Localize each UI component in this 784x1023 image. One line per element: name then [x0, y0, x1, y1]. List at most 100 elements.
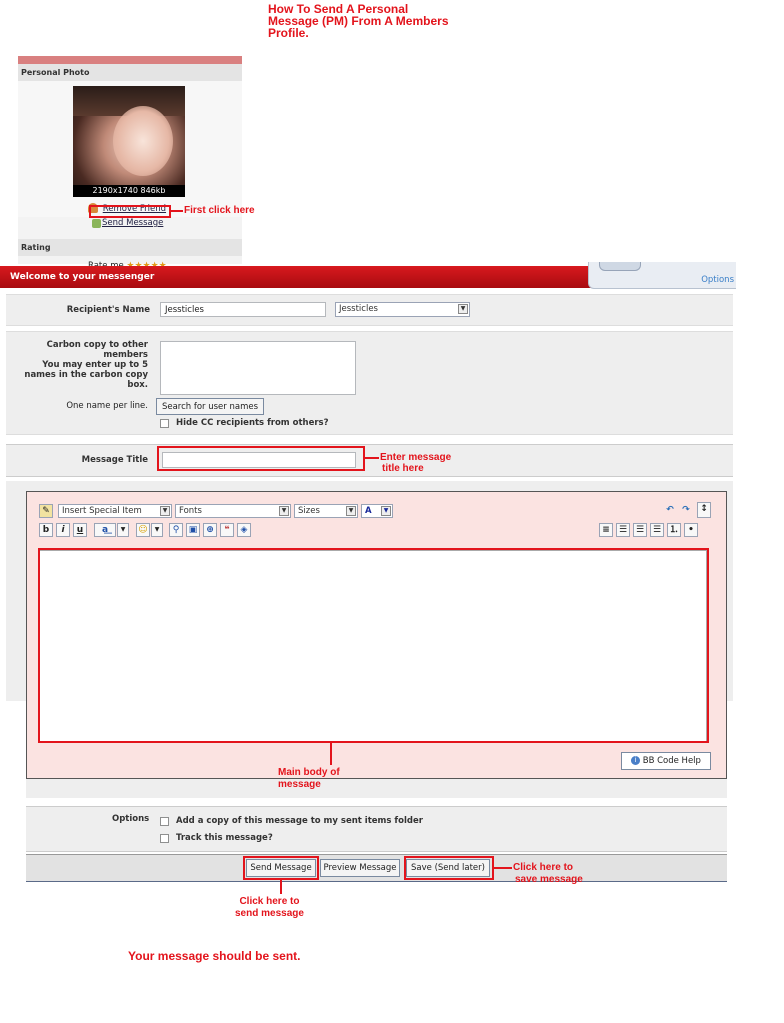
- profile-panel: Personal Photo 2190x1740 846kb Remove Fr…: [18, 56, 242, 271]
- cc-label-line: Carbon copy to other: [46, 340, 148, 350]
- track-label: Track this message?: [176, 833, 273, 843]
- send-message-link[interactable]: Send Message: [102, 218, 163, 228]
- bold-button[interactable]: b: [39, 523, 53, 537]
- attach-icon[interactable]: ⊕: [203, 523, 217, 537]
- code-icon[interactable]: ◈: [237, 523, 251, 537]
- info-icon: i: [631, 756, 641, 765]
- options-section: Options Add a copy of this message to my…: [26, 806, 727, 852]
- enter-title-annotation: Enter message title here: [380, 452, 451, 474]
- click-save-annotation: Click here to save message: [513, 862, 583, 886]
- cc-section: Carbon copy to other members You may ent…: [6, 331, 733, 435]
- chevron-down-icon: ▼: [346, 506, 356, 516]
- send-message-icon: [92, 219, 101, 228]
- first-click-annotation: First click here: [184, 205, 255, 216]
- chevron-down-icon: ▼: [458, 304, 468, 314]
- link-icon[interactable]: ⚲: [169, 523, 183, 537]
- actions-bar: Send Message Preview Message Save (Send …: [26, 854, 727, 882]
- cc-label-line: box.: [127, 380, 148, 390]
- cc-textarea[interactable]: [160, 341, 356, 395]
- underline-button[interactable]: u: [73, 523, 87, 537]
- track-checkbox[interactable]: [160, 834, 169, 843]
- main-body-line: message: [278, 779, 321, 790]
- align-left-icon[interactable]: ☰: [616, 523, 630, 537]
- main-body-line: Main body of: [278, 767, 340, 778]
- highlight-send-button: [243, 856, 319, 880]
- tutorial-title: How To Send A Personal Message (PM) From…: [268, 3, 449, 39]
- font-color-glyph: A: [365, 506, 372, 516]
- cc-label: Carbon copy to other members You may ent…: [6, 340, 148, 390]
- highlight-save-button: [404, 856, 494, 880]
- enter-title-line: title here: [382, 463, 424, 474]
- photo-caption: 2190x1740 846kb: [73, 185, 185, 197]
- one-name-label: One name per line.: [66, 401, 148, 411]
- smiley-icon[interactable]: ☺: [136, 523, 150, 537]
- special-item-icon[interactable]: ✎: [39, 504, 53, 518]
- redo-icon[interactable]: ↷: [679, 504, 693, 518]
- annotation-line: [280, 880, 282, 894]
- search-user-names-button[interactable]: Search for user names: [156, 398, 264, 415]
- font-color-select[interactable]: A ▼: [361, 504, 393, 518]
- send-message-row[interactable]: Send Message: [18, 217, 242, 231]
- main-body-annotation: Main body of message: [278, 767, 340, 791]
- click-send-annotation: Click here to send message: [235, 896, 304, 920]
- profile-photo[interactable]: [73, 86, 185, 185]
- indent-icon[interactable]: ≡: [599, 523, 613, 537]
- align-center-icon[interactable]: ☰: [633, 523, 647, 537]
- chevron-down-icon[interactable]: ▼: [151, 523, 163, 537]
- text-style-icon[interactable]: a͟: [94, 523, 116, 537]
- annotation-line: [171, 210, 183, 212]
- highlight-send-message: [89, 205, 171, 218]
- italic-button[interactable]: i: [56, 523, 70, 537]
- align-right-icon[interactable]: ☰: [650, 523, 664, 537]
- recipient-select[interactable]: Jessticles ▼: [335, 302, 470, 317]
- recipient-row: Recipient's Name Jessticles Jessticles ▼: [6, 294, 733, 326]
- fonts-select[interactable]: Fonts ▼: [175, 504, 291, 518]
- copy-sent-checkbox[interactable]: [160, 817, 169, 826]
- messenger-header-title: Welcome to your messenger: [10, 272, 155, 282]
- enter-title-line: Enter message: [380, 452, 452, 463]
- profile-top-bar: [18, 56, 242, 64]
- copy-sent-label: Add a copy of this message to my sent it…: [176, 816, 423, 826]
- special-item-select[interactable]: Insert Special Item ▼: [58, 504, 172, 518]
- rating-header: Rating: [18, 239, 242, 256]
- click-save-line: save message: [515, 874, 583, 885]
- cc-label-line: members: [103, 350, 148, 360]
- chevron-down-icon: ▼: [160, 506, 170, 516]
- fonts-value: Fonts: [179, 506, 202, 516]
- recipient-input[interactable]: Jessticles: [160, 302, 326, 317]
- undo-icon[interactable]: ↶: [663, 504, 677, 518]
- hide-cc-checkbox[interactable]: [160, 419, 169, 428]
- photo-face: [113, 106, 173, 176]
- bb-code-help-button[interactable]: i BB Code Help: [621, 752, 711, 770]
- sizes-select[interactable]: Sizes ▼: [294, 504, 358, 518]
- options-tab-area: Options: [588, 262, 736, 289]
- bb-code-help-label: BB Code Help: [642, 756, 701, 766]
- chevron-down-icon: ▼: [381, 506, 391, 516]
- quote-icon[interactable]: ❝: [220, 523, 234, 537]
- highlight-message-body: [38, 548, 709, 743]
- special-item-value: Insert Special Item: [62, 506, 142, 516]
- recipient-select-value: Jessticles: [339, 304, 378, 314]
- annotation-line: [365, 457, 379, 459]
- ordered-list-icon[interactable]: ⒈: [667, 523, 681, 537]
- tutorial-title-line: Profile.: [268, 26, 309, 40]
- click-save-line: Click here to: [513, 862, 574, 873]
- options-link[interactable]: Options: [701, 275, 734, 285]
- cc-label-line: names in the carbon copy: [24, 370, 148, 380]
- chevron-down-icon[interactable]: ▼: [117, 523, 129, 537]
- preview-message-button[interactable]: Preview Message: [320, 859, 400, 877]
- photo-header: Personal Photo: [18, 64, 242, 81]
- image-icon[interactable]: ▣: [186, 523, 200, 537]
- highlight-message-title: [157, 446, 365, 471]
- sizes-value: Sizes: [298, 506, 320, 516]
- options-tab-shape: [599, 262, 641, 271]
- annotation-line: [494, 867, 512, 869]
- final-note: Your message should be sent.: [128, 949, 301, 963]
- photo-area: 2190x1740 846kb Remove Friend: [18, 81, 242, 217]
- resize-icon[interactable]: ↕: [697, 502, 711, 518]
- click-send-line: send message: [235, 908, 304, 919]
- cc-label-line: You may enter up to 5: [42, 360, 148, 370]
- chevron-down-icon: ▼: [279, 506, 289, 516]
- message-title-row: Message Title: [6, 444, 733, 477]
- unordered-list-icon[interactable]: •: [684, 523, 698, 537]
